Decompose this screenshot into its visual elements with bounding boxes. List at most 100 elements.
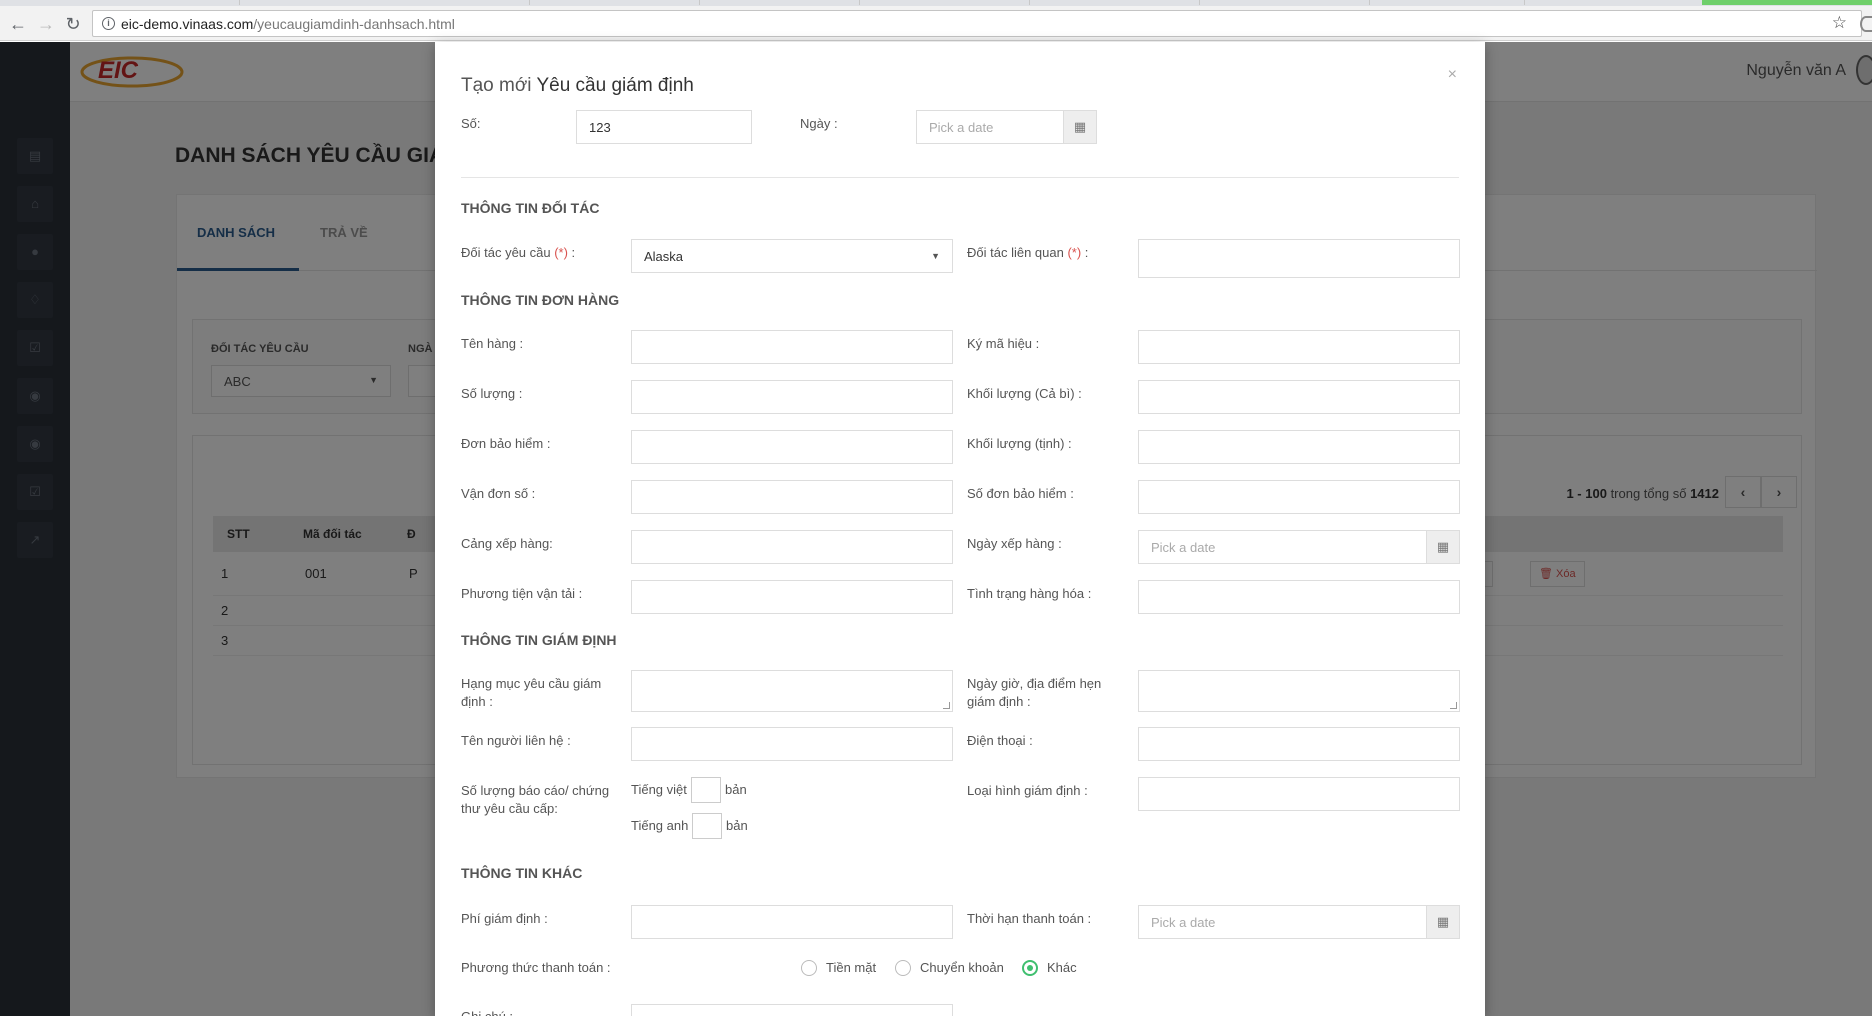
divider (461, 177, 1459, 178)
label-colon: : (1081, 245, 1089, 260)
calendar-icon[interactable]: ▦ (1063, 110, 1097, 144)
partner-request-label: Đối tác yêu cầu (*) : (461, 244, 575, 262)
info-icon[interactable]: i (102, 17, 115, 30)
browser-tab[interactable] (1370, 0, 1525, 5)
address-bar[interactable]: i eic-demo.vinaas.com/yeucaugiamdinh-dan… (92, 10, 1862, 37)
hang-muc-label: Hạng mục yêu cầu giám định : (461, 676, 602, 709)
ghi-chu-input[interactable] (631, 1004, 953, 1016)
browser-tab[interactable] (860, 0, 1030, 5)
ban-label: bản (726, 818, 748, 833)
phi-giam-dinh-input[interactable] (631, 905, 953, 939)
partner-related-input[interactable] (1138, 239, 1460, 278)
don-bao-hiem-input[interactable] (631, 430, 953, 464)
payment-transfer-label[interactable]: Chuyển khoản (920, 960, 1004, 975)
label-text: Đối tác liên quan (967, 245, 1068, 260)
browser-tab[interactable] (530, 0, 700, 5)
ten-nguoi-lien-he-input[interactable] (631, 727, 953, 761)
khoi-luong-tinh-input[interactable] (1138, 430, 1460, 464)
so-luong-label: Số lượng : (461, 386, 523, 401)
payment-other-radio[interactable] (1022, 960, 1038, 976)
url-host: eic-demo.vinaas.com (121, 16, 254, 32)
phuong-thuc-label: Phương thức thanh toán : (461, 960, 611, 975)
payment-transfer-radio[interactable] (895, 960, 911, 976)
khoi-luong-ca-bi-label: Khối lượng (Cả bì) : (967, 386, 1082, 401)
required-mark: (*) (554, 245, 568, 260)
caret-down-icon: ▼ (931, 251, 940, 261)
label-text: Đối tác yêu cầu (461, 245, 555, 260)
thoi-han-date-input[interactable]: Pick a date (1138, 905, 1427, 939)
payment-cash-label[interactable]: Tiền mặt (826, 960, 876, 975)
ten-nguoi-lien-he-label: Tên người liên hệ : (461, 733, 571, 748)
extension-icon[interactable] (1860, 16, 1872, 32)
browser-tab[interactable] (1030, 0, 1200, 5)
create-request-modal: Tạo mới Yêu cầu giám định × Số: 123 Ngày… (435, 42, 1485, 1016)
tieng-anh-count-input[interactable] (692, 813, 722, 839)
modal-title-prefix: Tạo mới (461, 75, 537, 96)
resize-grip-icon[interactable] (1450, 702, 1457, 709)
cang-xep-hang-input[interactable] (631, 530, 953, 564)
ngay-date-input[interactable]: Pick a date (916, 110, 1064, 144)
phuong-tien-label: Phương tiện vận tải : (461, 586, 583, 601)
partner-related-label: Đối tác liên quan (*) : (967, 244, 1088, 262)
ky-ma-hieu-label: Ký mã hiệu : (967, 336, 1040, 351)
ban-label: bản (725, 782, 747, 797)
url-path: /yeucaugiamdinh-danhsach.html (253, 16, 455, 32)
ngay-xep-hang-date-input[interactable]: Pick a date (1138, 530, 1427, 564)
partner-request-value: Alaska (644, 249, 684, 264)
browser-tab[interactable] (240, 0, 530, 5)
payment-other-label[interactable]: Khác (1047, 960, 1077, 975)
browser-tab[interactable] (700, 0, 860, 5)
cang-xep-hang-label: Cảng xếp hàng: (461, 536, 553, 551)
modal-title-main: Yêu cầu giám định (536, 75, 694, 96)
ky-ma-hieu-input[interactable] (1138, 330, 1460, 364)
calendar-icon[interactable]: ▦ (1426, 530, 1460, 564)
so-luong-input[interactable] (631, 380, 953, 414)
tieng-viet-count-input[interactable] (691, 777, 721, 803)
address-url[interactable]: eic-demo.vinaas.com/yeucaugiamdinh-danhs… (121, 16, 455, 32)
hang-muc-textarea[interactable] (631, 670, 953, 712)
van-don-so-label: Vận đơn số : (461, 486, 536, 501)
so-label: Số: (461, 116, 481, 131)
ghi-chu-label: Ghi chú : (461, 1008, 513, 1016)
so-luong-bao-cao-label: Số lượng báo cáo/ chứng thư yêu cầu cấp: (461, 783, 610, 816)
ngay-gio-label: Ngày giờ, địa điểm hẹn giám định : (967, 676, 1102, 709)
dien-thoai-label: Điện thoại : (967, 733, 1033, 748)
browser-tab-active[interactable] (1702, 0, 1872, 5)
calendar-icon[interactable]: ▦ (1426, 905, 1460, 939)
payment-cash-radio[interactable] (801, 960, 817, 976)
so-don-bao-hiem-input[interactable] (1138, 480, 1460, 514)
modal-title: Tạo mới Yêu cầu giám định (461, 75, 694, 97)
resize-grip-icon[interactable] (943, 702, 950, 709)
forward-arrow-icon[interactable]: → (36, 14, 56, 34)
van-don-so-input[interactable] (631, 480, 953, 514)
required-mark: (*) (1067, 245, 1082, 260)
don-bao-hiem-label: Đơn bảo hiểm : (461, 436, 551, 451)
section-other-title: THÔNG TIN KHÁC (461, 865, 583, 881)
ngay-label: Ngày : (800, 116, 838, 131)
phuong-tien-input[interactable] (631, 580, 953, 614)
close-icon[interactable]: × (1448, 66, 1457, 84)
tinh-trang-input[interactable] (1138, 580, 1460, 614)
so-input[interactable]: 123 (576, 110, 752, 144)
tinh-trang-label: Tình trạng hàng hóa : (967, 586, 1092, 601)
khoi-luong-tinh-label: Khối lượng (tịnh) : (967, 436, 1072, 451)
ten-hang-label: Tên hàng : (461, 336, 524, 351)
loai-hinh-label: Loại hình giám định : (967, 783, 1088, 798)
dien-thoai-input[interactable] (1138, 727, 1460, 761)
phi-giam-dinh-label: Phí giám định : (461, 911, 548, 926)
section-inspection-title: THÔNG TIN GIÁM ĐỊNH (461, 632, 617, 648)
reload-icon[interactable]: ↻ (63, 14, 83, 34)
bookmark-star-icon[interactable]: ☆ (1832, 13, 1847, 33)
partner-request-select[interactable]: Alaska ▼ (631, 239, 953, 273)
ngay-gio-textarea[interactable] (1138, 670, 1460, 712)
label-colon: : (567, 245, 576, 260)
browser-tab[interactable] (0, 0, 240, 5)
ngay-xep-hang-label: Ngày xếp hàng : (967, 536, 1062, 551)
loai-hinh-input[interactable] (1138, 777, 1460, 811)
ten-hang-input[interactable] (631, 330, 953, 364)
browser-toolbar: ← → ↻ i eic-demo.vinaas.com/yeucaugiamdi… (0, 6, 1872, 41)
back-arrow-icon[interactable]: ← (8, 14, 28, 34)
browser-tab[interactable] (1200, 0, 1370, 5)
khoi-luong-ca-bi-input[interactable] (1138, 380, 1460, 414)
tieng-viet-label: Tiếng việt (631, 782, 687, 797)
